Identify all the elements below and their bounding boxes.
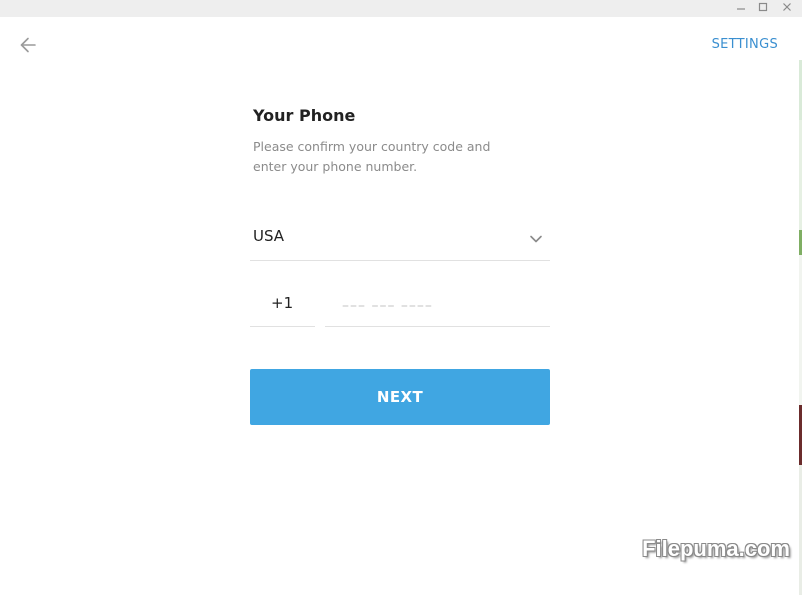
close-icon[interactable] xyxy=(777,0,797,14)
maximize-icon[interactable] xyxy=(753,0,773,14)
page-description: Please confirm your country code and ent… xyxy=(253,139,491,174)
country-code-field[interactable]: +1 xyxy=(250,286,315,327)
country-select[interactable]: USA xyxy=(250,220,550,261)
watermark-logo: Filepuma.com xyxy=(642,536,790,561)
back-button[interactable] xyxy=(16,33,40,57)
phone-number-field xyxy=(325,286,550,327)
page-title: Your Phone xyxy=(253,106,356,125)
next-button[interactable]: NEXT xyxy=(250,369,550,425)
phone-number-input[interactable] xyxy=(340,292,544,320)
minimize-icon[interactable] xyxy=(731,0,751,14)
arrow-left-icon xyxy=(20,37,36,53)
country-code-value: +1 xyxy=(271,294,294,312)
title-bar xyxy=(0,0,802,17)
app-window: SETTINGS Your Phone Please confirm your … xyxy=(0,0,802,595)
chevron-down-icon xyxy=(530,235,542,243)
country-select-value: USA xyxy=(253,227,285,245)
settings-link[interactable]: SETTINGS xyxy=(712,37,778,52)
